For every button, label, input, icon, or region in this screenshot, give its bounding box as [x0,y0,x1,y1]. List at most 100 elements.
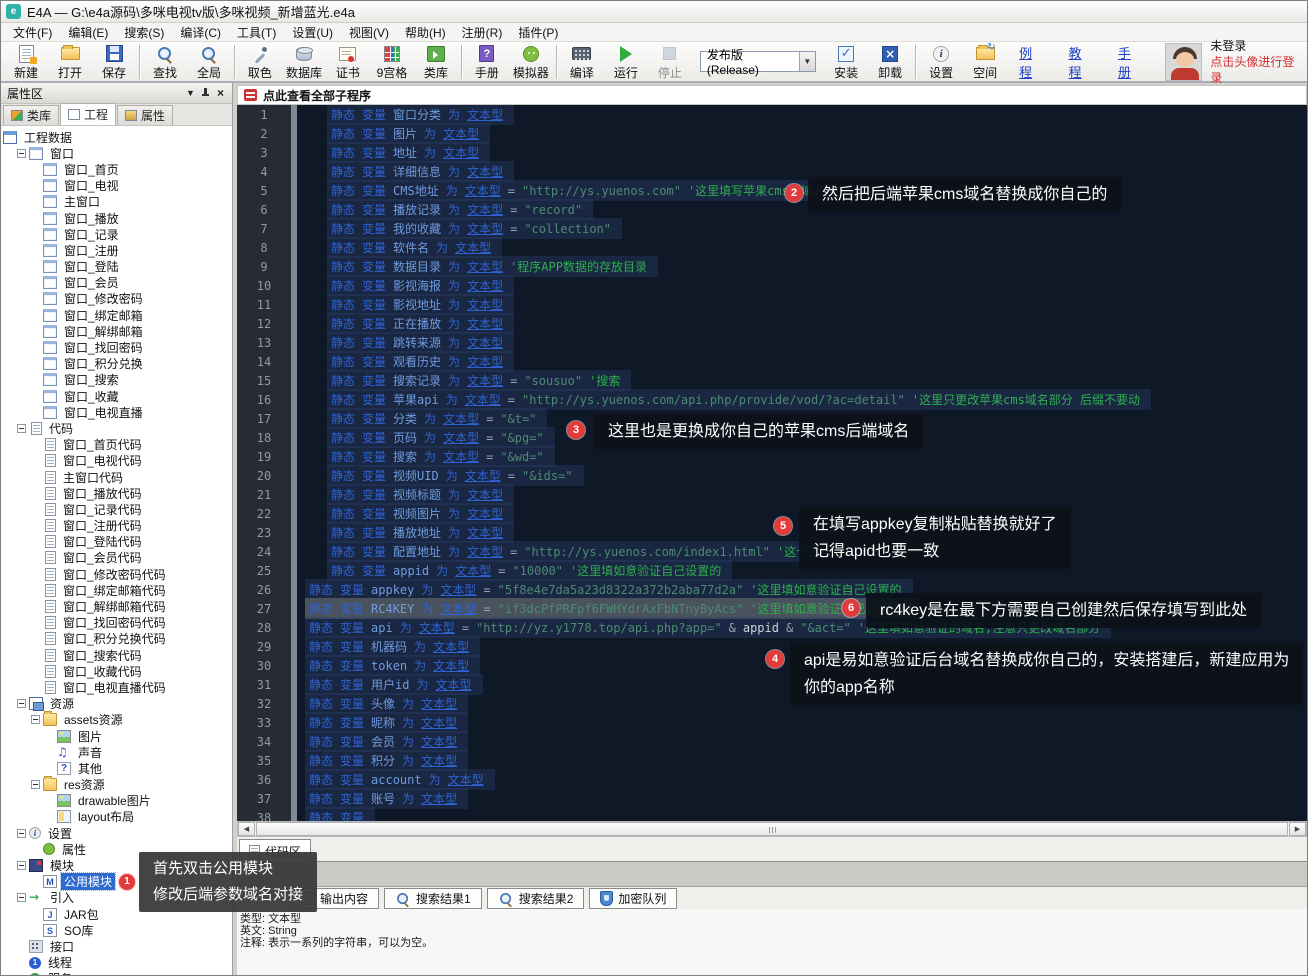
code-line-21[interactable]: 21静态变量视频标题为文本型 [237,485,1307,504]
menu-item-3[interactable]: 编译(C) [172,23,229,42]
tree-item-窗口_搜索代码[interactable]: 窗口_搜索代码 [1,647,232,663]
tree-item-assets资源[interactable]: assets资源 [1,712,232,728]
panel-pin-icon[interactable] [198,86,213,100]
scroll-left-icon[interactable]: ◀ [238,822,255,836]
tree-item-窗口_绑定邮箱代码[interactable]: 窗口_绑定邮箱代码 [1,582,232,598]
tree-item-窗口_修改密码代码[interactable]: 窗口_修改密码代码 [1,566,232,582]
tree-item-窗口_找回密码[interactable]: 窗口_找回密码 [1,339,232,355]
horizontal-scrollbar[interactable]: ◀ ▶ [237,821,1307,837]
toolbar-button-cert[interactable]: 证书 [326,42,370,82]
tree-item-窗口_电视直播代码[interactable]: 窗口_电视直播代码 [1,679,232,695]
tree-item-窗口_登陆代码[interactable]: 窗口_登陆代码 [1,534,232,550]
tree-item-主窗口代码[interactable]: 主窗口代码 [1,469,232,485]
login-action[interactable]: 点击头像进行登录 [1210,54,1304,86]
toolbar-button-uninstall[interactable]: 卸载 [868,42,912,82]
tree-item-其他[interactable]: 其他 [1,760,232,776]
tree-item-窗口_首页代码[interactable]: 窗口_首页代码 [1,437,232,453]
tree-item-线程[interactable]: 线程 [1,955,232,971]
tree-item-窗口_积分兑换[interactable]: 窗口_积分兑换 [1,356,232,372]
tree-item-窗口[interactable]: 窗口 [1,145,232,161]
toolbar-button-grid[interactable]: 9宫格 [370,42,414,82]
tree-item-窗口_会员[interactable]: 窗口_会员 [1,275,232,291]
menu-item-7[interactable]: 帮助(H) [397,23,454,42]
tree-item-窗口_电视代码[interactable]: 窗口_电视代码 [1,453,232,469]
toolbar-button-color[interactable]: 取色 [238,42,282,82]
tree-item-窗口_积分兑换代码[interactable]: 窗口_积分兑换代码 [1,631,232,647]
toolbar-button-open[interactable]: 打开 [48,42,92,82]
expand-minus-icon[interactable] [31,715,40,724]
tree-item-窗口_修改密码[interactable]: 窗口_修改密码 [1,291,232,307]
tree-item-窗口_解绑邮箱[interactable]: 窗口_解绑邮箱 [1,323,232,339]
tree-item-声音[interactable]: 声音 [1,744,232,760]
scrollbar-thumb[interactable] [256,822,1288,836]
tree-item-SO库[interactable]: SO库 [1,922,232,938]
code-line-13[interactable]: 13静态变量跳转来源为文本型 [237,333,1307,352]
code-line-24[interactable]: 24静态变量配置地址为文本型="http://ys.yuenos.com/ind… [237,542,1307,561]
menu-item-8[interactable]: 注册(R) [454,23,511,42]
tree-item-窗口_记录[interactable]: 窗口_记录 [1,226,232,242]
tab-搜索结果1[interactable]: 搜索结果1 [384,888,482,909]
tree-item-窗口_解绑邮箱代码[interactable]: 窗口_解绑邮箱代码 [1,598,232,614]
code-line-20[interactable]: 20静态变量视频UID为文本型="&ids=" [237,466,1307,485]
expand-minus-icon[interactable] [17,829,26,838]
toolbar-button-save[interactable]: 保存 [92,42,136,82]
tree-item-窗口_电视直播[interactable]: 窗口_电视直播 [1,404,232,420]
tree-item-窗口_搜索[interactable]: 窗口_搜索 [1,372,232,388]
avatar[interactable] [1165,43,1202,81]
tree-item-窗口_会员代码[interactable]: 窗口_会员代码 [1,550,232,566]
toolbar-link-2[interactable]: 手册 [1118,43,1143,81]
code-editor[interactable]: 1静态变量窗口分类为文本型2静态变量图片为文本型3静态变量地址为文本型4静态变量… [237,105,1307,821]
code-line-4[interactable]: 4静态变量详细信息为文本型 [237,162,1307,181]
code-line-38[interactable]: 38静态变量 [237,808,1307,821]
code-line-7[interactable]: 7静态变量我的收藏为文本型="collection" [237,219,1307,238]
tree-item-资源[interactable]: 资源 [1,696,232,712]
toolbar-button-new[interactable]: 新建 [4,42,48,82]
tree-item-代码[interactable]: 代码 [1,420,232,436]
code-line-14[interactable]: 14静态变量观看历史为文本型 [237,352,1307,371]
code-line-23[interactable]: 23静态变量播放地址为文本型 [237,523,1307,542]
menu-item-1[interactable]: 编辑(E) [60,23,116,42]
tree-item-drawable图片[interactable]: drawable图片 [1,793,232,809]
panel-dropdown-icon[interactable]: ▼ [183,86,198,100]
tab-工程[interactable]: 工程 [60,103,116,125]
expand-minus-icon[interactable] [17,424,26,433]
code-line-25[interactable]: 25静态变量appid为文本型="10000"'这里填如意验证自己设置的 [237,561,1307,580]
menu-item-2[interactable]: 搜索(S) [116,23,172,42]
code-line-37[interactable]: 37静态变量账号为文本型 [237,789,1307,808]
code-line-15[interactable]: 15静态变量搜索记录为文本型="sousuo"'搜索 [237,371,1307,390]
code-line-3[interactable]: 3静态变量地址为文本型 [237,143,1307,162]
tree-item-服务[interactable]: 服务 [1,971,232,975]
toolbar-button-settings[interactable]: 设置 [919,42,963,82]
toolbar-button-run[interactable]: 运行 [604,42,648,82]
code-line-1[interactable]: 1静态变量窗口分类为文本型 [237,105,1307,124]
tree-item-layout布局[interactable]: layout布局 [1,809,232,825]
code-line-2[interactable]: 2静态变量图片为文本型 [237,124,1307,143]
tree-item-设置[interactable]: 设置 [1,825,232,841]
code-line-34[interactable]: 34静态变量会员为文本型 [237,732,1307,751]
expand-minus-icon[interactable] [17,149,26,158]
scroll-right-icon[interactable]: ▶ [1289,822,1306,836]
toolbar-button-db[interactable]: 数据库 [282,42,326,82]
tab-属性[interactable]: 属性 [117,105,173,125]
expand-minus-icon[interactable] [17,861,26,870]
tree-item-窗口_电视[interactable]: 窗口_电视 [1,178,232,194]
menu-item-9[interactable]: 插件(P) [510,23,566,42]
tab-搜索结果2[interactable]: 搜索结果2 [487,888,585,909]
code-line-36[interactable]: 36静态变量account为文本型 [237,770,1307,789]
tree-item-窗口_首页[interactable]: 窗口_首页 [1,161,232,177]
toolbar-link-1[interactable]: 教程 [1069,43,1094,81]
menu-item-5[interactable]: 设置(U) [284,23,341,42]
expand-minus-icon[interactable] [31,780,40,789]
tree-item-窗口_播放[interactable]: 窗口_播放 [1,210,232,226]
toolbar-button-install[interactable]: 安装 [824,42,868,82]
menu-item-0[interactable]: 文件(F) [5,23,60,42]
code-line-5[interactable]: 5静态变量CMS地址为文本型="http://ys.yuenos.com"'这里… [237,181,1307,200]
tree-item-窗口_记录代码[interactable]: 窗口_记录代码 [1,501,232,517]
tab-类库[interactable]: 类库 [3,105,59,125]
tree-item-主窗口[interactable]: 主窗口 [1,194,232,210]
title-bar[interactable]: e E4A — G:\e4a源码\多咪电视tv版\多咪视频_新增蓝光.e4a [1,1,1307,23]
tree-item-接口[interactable]: 接口 [1,938,232,954]
tree-item-窗口_注册代码[interactable]: 窗口_注册代码 [1,518,232,534]
tree-item-窗口_找回密码代码[interactable]: 窗口_找回密码代码 [1,615,232,631]
code-line-19[interactable]: 19静态变量搜索为文本型="&wd=" [237,447,1307,466]
